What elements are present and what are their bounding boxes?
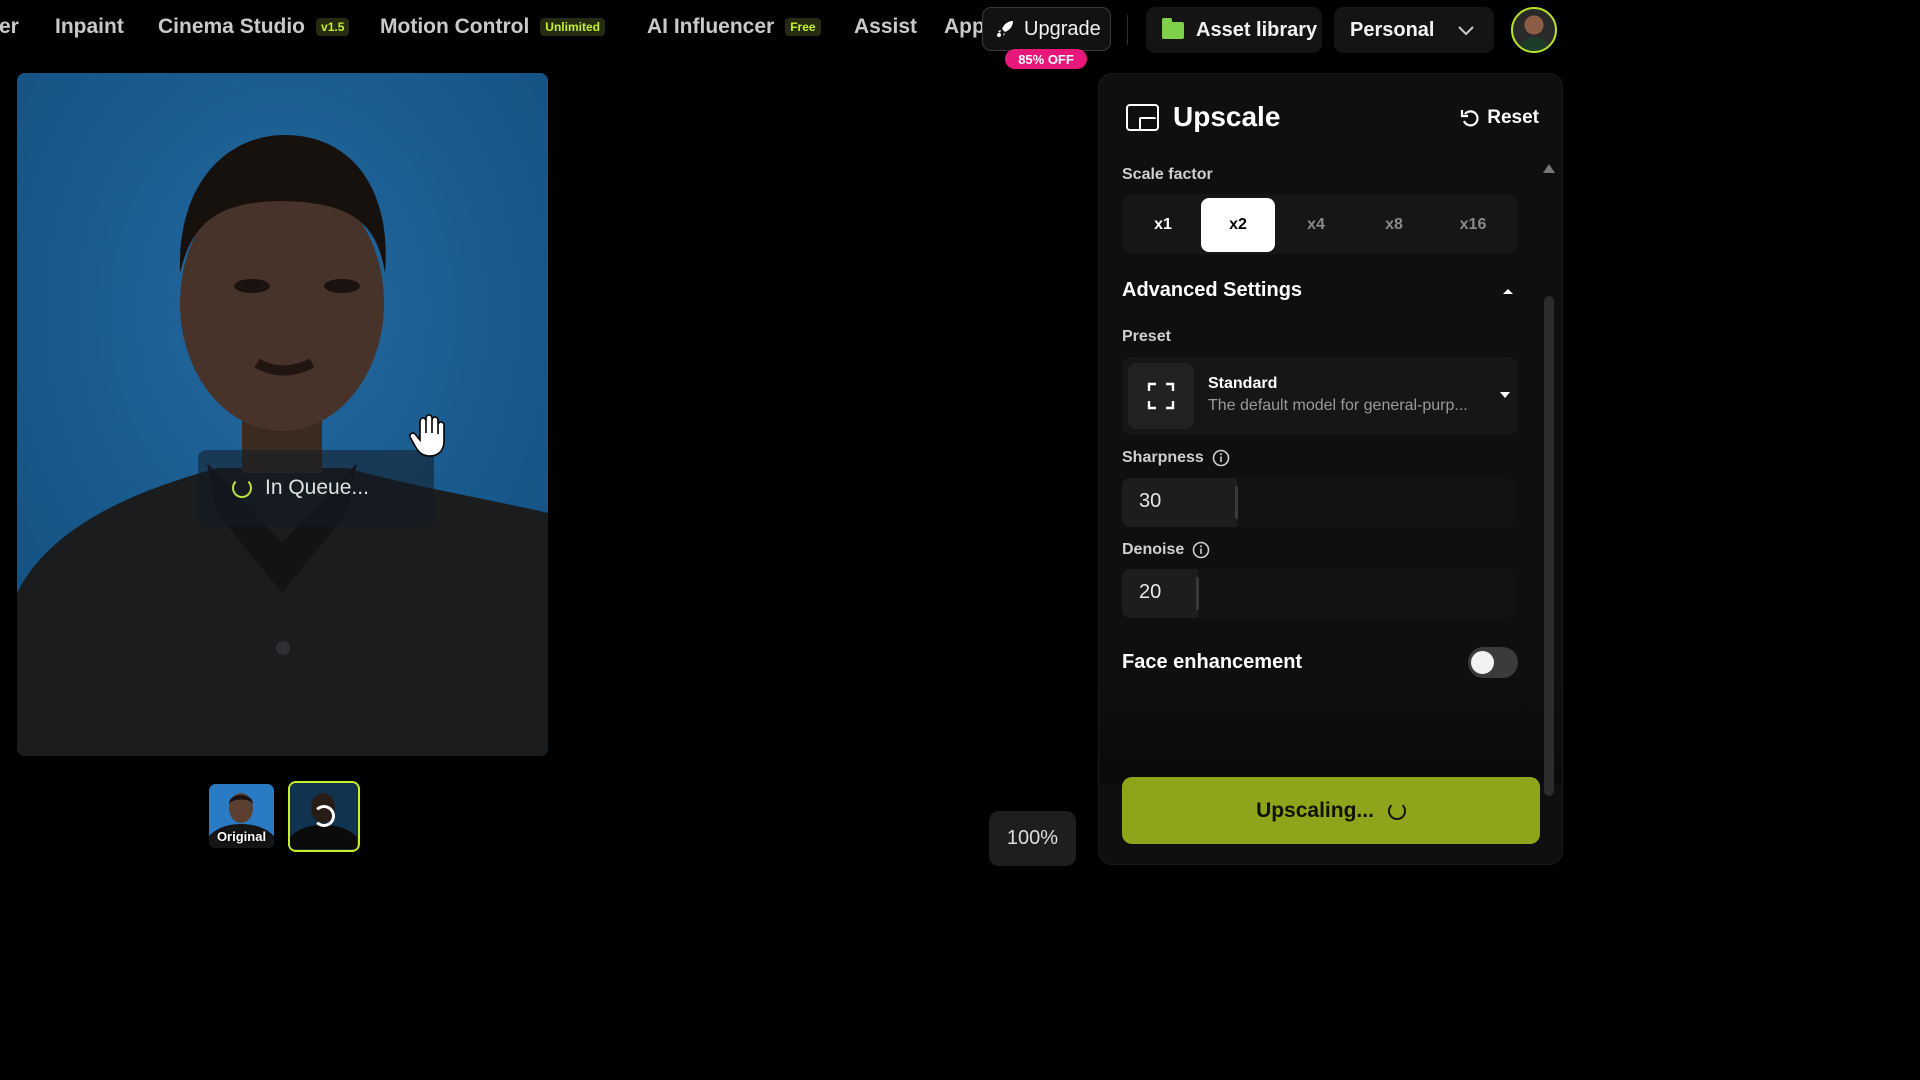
portrait-image (17, 73, 548, 756)
info-icon[interactable] (1192, 541, 1210, 559)
scale-option-x4[interactable]: x4 (1279, 198, 1353, 252)
queue-status: In Queue... (198, 450, 434, 526)
preset-description: The default model for general-purp... (1208, 397, 1468, 414)
zoom-level[interactable]: 100% (989, 811, 1076, 866)
scrollbar-thumb[interactable] (1544, 296, 1554, 796)
preset-label: Preset (1122, 328, 1171, 345)
nav-item-motion-control[interactable]: Motion Control Unlimited (380, 15, 605, 39)
sharpness-handle[interactable] (1235, 486, 1238, 519)
nav-item-assist[interactable]: Assist (854, 15, 917, 39)
avatar[interactable] (1511, 7, 1557, 53)
nav-item-partial[interactable]: er (0, 15, 19, 39)
upgrade-button[interactable]: Upgrade (982, 7, 1111, 51)
sharpness-slider[interactable]: 30 (1122, 478, 1518, 527)
toggle-knob (1471, 651, 1494, 674)
free-badge: Free (785, 18, 821, 36)
chevron-down-icon (1458, 26, 1474, 36)
denoise-slider[interactable]: 20 (1122, 569, 1518, 618)
original-label: Original (216, 829, 267, 844)
caret-up-icon (1503, 288, 1513, 294)
spinner-icon (313, 805, 335, 827)
denoise-label: Denoise (1122, 541, 1210, 559)
caret-down-icon (1500, 392, 1510, 398)
folder-icon (1162, 17, 1184, 39)
spinner-icon (1387, 801, 1406, 820)
nav-item-ai-influencer[interactable]: AI Influencer Free (647, 15, 821, 39)
scroll-up-icon[interactable] (1543, 164, 1555, 173)
panel-title: Upscale (1126, 101, 1280, 133)
workspace-selector[interactable]: Personal (1334, 7, 1494, 53)
scale-option-x8[interactable]: x8 (1357, 198, 1431, 252)
preset-select[interactable]: Standard The default model for general-p… (1122, 357, 1518, 435)
rocket-icon (997, 21, 1013, 37)
reset-button[interactable]: Reset (1460, 107, 1539, 129)
advanced-settings-toggle[interactable]: Advanced Settings (1122, 279, 1514, 302)
nav-item-cinema-studio[interactable]: Cinema Studio v1.5 (158, 15, 350, 39)
scale-option-x2[interactable]: x2 (1201, 198, 1275, 252)
sharpness-value: 30 (1139, 490, 1162, 512)
denoise-handle[interactable] (1196, 577, 1199, 610)
info-icon[interactable] (1212, 449, 1230, 467)
denoise-value: 20 (1139, 581, 1162, 603)
scale-option-x16[interactable]: x16 (1436, 198, 1510, 252)
reset-icon (1461, 110, 1479, 127)
sharpness-label: Sharpness (1122, 449, 1230, 467)
nav-item-inpaint[interactable]: Inpaint (55, 15, 124, 39)
scale-factor-selector: x1 x2 x4 x8 x16 (1122, 194, 1518, 254)
scale-factor-label: Scale factor (1122, 166, 1213, 183)
top-navigation-bar: er Inpaint Cinema Studio v1.5 Motion Cont… (0, 0, 1568, 69)
image-preview: In Queue... (17, 73, 548, 756)
panel-scrollbar[interactable] (1543, 164, 1555, 804)
asset-library-button[interactable]: Asset library (1146, 7, 1322, 53)
expand-icon (1128, 363, 1194, 429)
upscale-icon (1126, 103, 1159, 131)
preset-name: Standard (1208, 375, 1278, 392)
hand-cursor-icon (409, 414, 445, 457)
unlimited-badge: Unlimited (540, 18, 605, 36)
original-thumbnail[interactable]: Original (209, 784, 274, 848)
discount-badge: 85% OFF (1005, 49, 1087, 69)
panel-fade (1099, 674, 1562, 784)
divider (1127, 15, 1128, 45)
upscale-button[interactable]: Upscaling... (1122, 777, 1540, 844)
version-badge: v1.5 (316, 18, 350, 36)
nav-item-apps[interactable]: App (944, 15, 985, 39)
processing-thumbnail[interactable] (288, 781, 360, 852)
spinner-icon (232, 478, 252, 498)
upscale-panel: Upscale Reset Scale factor x1 x2 x4 x8 x… (1098, 73, 1563, 865)
nav-menu: er Inpaint Cinema Studio v1.5 Motion Cont… (0, 0, 985, 62)
scale-option-x1[interactable]: x1 (1126, 198, 1200, 252)
